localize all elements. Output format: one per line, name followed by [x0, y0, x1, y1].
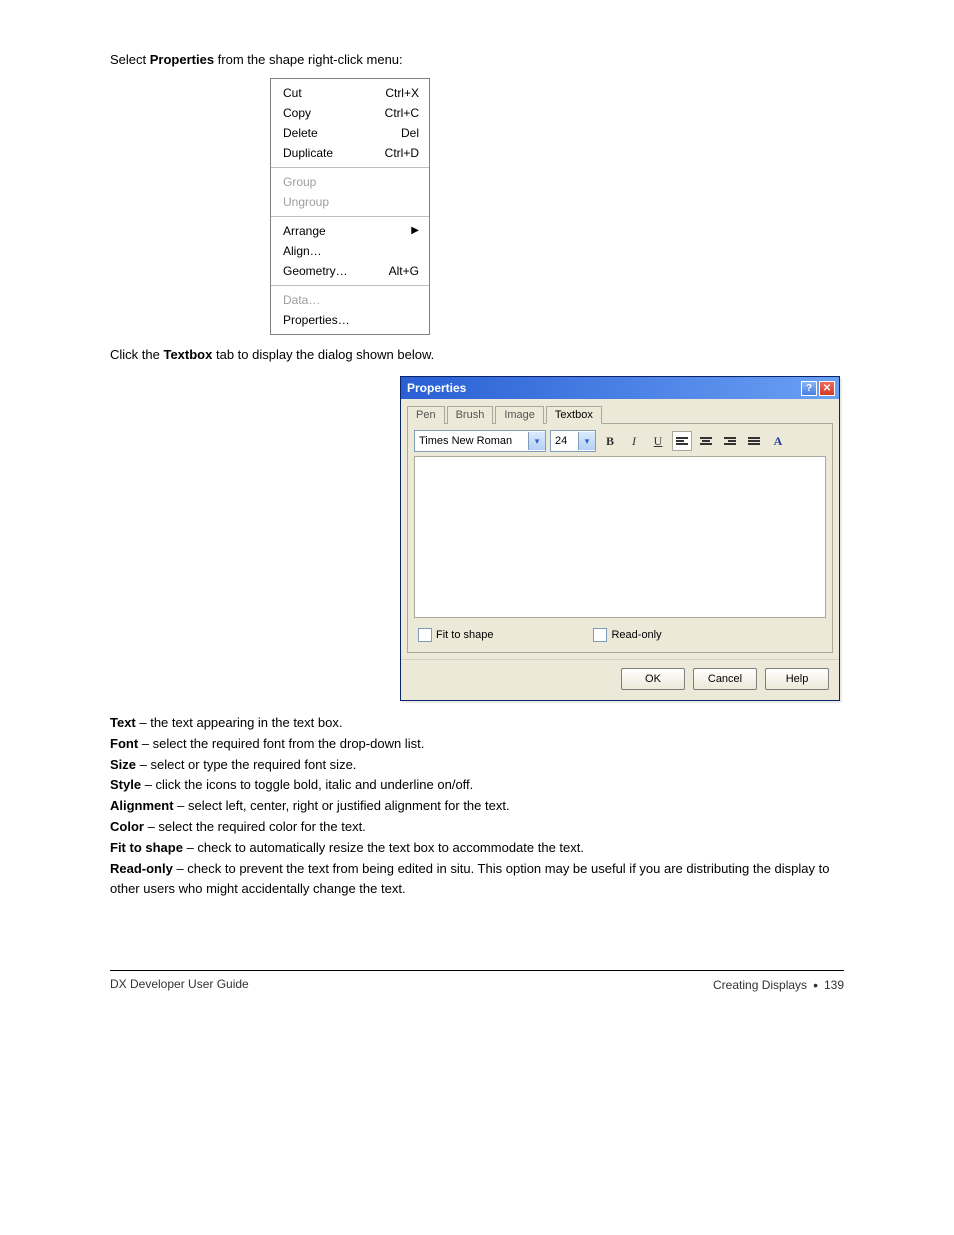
- context-menu: CutCtrl+X CopyCtrl+C DeleteDel Duplicate…: [270, 78, 430, 335]
- menu-item-duplicate[interactable]: DuplicateCtrl+D: [271, 143, 429, 163]
- field-alignment-label: Alignment: [110, 798, 174, 813]
- menu-item-cut[interactable]: CutCtrl+X: [271, 83, 429, 103]
- read-only-checkbox[interactable]: Read-only: [593, 628, 661, 642]
- close-icon[interactable]: ✕: [819, 381, 835, 396]
- font-size-value: 24: [551, 435, 571, 447]
- bold-button[interactable]: B: [600, 431, 620, 451]
- ok-button[interactable]: OK: [621, 668, 685, 690]
- menu-item-data: Data…: [271, 290, 429, 310]
- menu-item-properties[interactable]: Properties…: [271, 310, 429, 330]
- textbox-panel: Times New Roman ▾ 24 ▾ B I U: [407, 423, 833, 653]
- font-name-value: Times New Roman: [415, 435, 516, 447]
- field-size-label: Size: [110, 757, 136, 772]
- tab-brush[interactable]: Brush: [447, 406, 494, 424]
- menu-item-align[interactable]: Align…: [271, 241, 429, 261]
- menu-item-delete[interactable]: DeleteDel: [271, 123, 429, 143]
- menu-item-group: Group: [271, 172, 429, 192]
- checkbox-icon: [418, 628, 432, 642]
- menu-item-geometry[interactable]: Geometry…Alt+G: [271, 261, 429, 281]
- intro-pre: Select: [110, 52, 150, 67]
- intro-post: from the shape right-click menu:: [214, 52, 403, 67]
- field-text-label: Text: [110, 715, 136, 730]
- field-color-label: Color: [110, 819, 144, 834]
- intro-bold: Properties: [150, 52, 214, 67]
- body-para: Click the Textbox tab to display the dia…: [110, 345, 844, 365]
- chevron-down-icon[interactable]: ▾: [578, 432, 595, 450]
- bullet-icon: •: [813, 977, 818, 993]
- help-button[interactable]: Help: [765, 668, 829, 690]
- dialog-footer: OK Cancel Help: [401, 659, 839, 700]
- align-right-button[interactable]: [720, 431, 740, 451]
- checkbox-icon: [593, 628, 607, 642]
- field-readonly-label: Read-only: [110, 861, 173, 876]
- underline-button[interactable]: U: [648, 431, 668, 451]
- font-name-combo[interactable]: Times New Roman ▾: [414, 430, 546, 452]
- field-style-label: Style: [110, 777, 141, 792]
- cancel-button[interactable]: Cancel: [693, 668, 757, 690]
- help-icon[interactable]: ?: [801, 381, 817, 396]
- menu-item-copy[interactable]: CopyCtrl+C: [271, 103, 429, 123]
- tab-textbox[interactable]: Textbox: [546, 406, 602, 424]
- align-center-button[interactable]: [696, 431, 716, 451]
- page-footer: DX Developer User Guide Creating Display…: [110, 977, 844, 1023]
- field-descriptions: Text – the text appearing in the text bo…: [110, 713, 844, 900]
- fit-to-shape-checkbox[interactable]: Fit to shape: [418, 628, 493, 642]
- footer-section: Creating Displays: [713, 978, 807, 992]
- field-fit-label: Fit to shape: [110, 840, 183, 855]
- font-color-button[interactable]: A: [768, 431, 788, 451]
- align-left-button[interactable]: [672, 431, 692, 451]
- tab-pen[interactable]: Pen: [407, 406, 445, 424]
- submenu-arrow-icon: ▶: [411, 226, 419, 236]
- intro-text: Select Properties from the shape right-c…: [110, 50, 844, 70]
- chevron-down-icon[interactable]: ▾: [528, 432, 545, 450]
- text-editor[interactable]: [414, 456, 826, 618]
- menu-item-arrange[interactable]: Arrange▶: [271, 221, 429, 241]
- footer-left: DX Developer User Guide: [110, 977, 249, 993]
- italic-button[interactable]: I: [624, 431, 644, 451]
- dialog-titlebar: Properties ? ✕: [401, 377, 839, 399]
- font-size-combo[interactable]: 24 ▾: [550, 430, 596, 452]
- menu-item-ungroup: Ungroup: [271, 192, 429, 212]
- field-font-label: Font: [110, 736, 138, 751]
- tabstrip: Pen Brush Image Textbox: [401, 399, 839, 423]
- footer-page-number: 139: [824, 978, 844, 992]
- dialog-title: Properties: [407, 381, 466, 395]
- footer-divider: [110, 970, 844, 971]
- tab-image[interactable]: Image: [495, 406, 544, 424]
- align-justify-button[interactable]: [744, 431, 764, 451]
- properties-dialog: Properties ? ✕ Pen Brush Image Textbox T…: [400, 376, 840, 701]
- format-toolbar: Times New Roman ▾ 24 ▾ B I U: [414, 430, 826, 452]
